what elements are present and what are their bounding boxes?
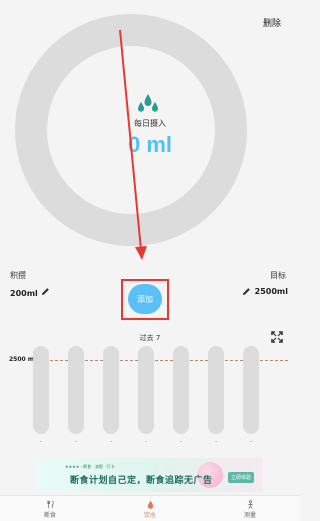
tab-measure[interactable]: 测量 bbox=[200, 496, 300, 521]
history-bar-tick: - bbox=[40, 439, 42, 445]
history-bar bbox=[208, 346, 224, 434]
accumulated-label: 积攒 bbox=[10, 271, 26, 280]
accumulated-value: 200ml bbox=[10, 287, 50, 298]
tab-label: 测量 bbox=[243, 511, 256, 519]
add-water-button[interactable]: 添加 bbox=[128, 284, 162, 314]
daily-intake-value: 0 ml bbox=[127, 132, 173, 157]
ad-rating-text: ★★★★ · 断食 · 减肥 · 打卡 bbox=[65, 464, 115, 469]
accumulated-amount: 200ml bbox=[10, 289, 38, 298]
history-bar bbox=[138, 346, 154, 434]
history-bar bbox=[68, 346, 84, 434]
target-amount: 2500ml bbox=[254, 287, 288, 296]
ad-headline: 断食计划自己定，断食追踪无广告 bbox=[70, 476, 213, 486]
water-drops-icon bbox=[138, 94, 158, 112]
edit-icon[interactable] bbox=[242, 287, 251, 296]
history-bars: ------- bbox=[30, 346, 275, 445]
edit-icon[interactable] bbox=[41, 287, 50, 296]
ad-cta-button[interactable]: 立即体验 bbox=[227, 472, 254, 483]
history-title: 过去 7 bbox=[139, 334, 161, 342]
history-bar-tick: - bbox=[75, 439, 77, 445]
history-bar bbox=[173, 346, 189, 434]
history-bar bbox=[103, 346, 119, 434]
tab-water[interactable]: 饮水 bbox=[100, 496, 200, 521]
daily-intake-label: 每日摄入 bbox=[134, 119, 166, 128]
history-bar bbox=[243, 346, 259, 434]
expand-icon[interactable] bbox=[271, 331, 283, 343]
tab-fasting[interactable]: 断食 bbox=[0, 496, 100, 521]
history-bar-tick: - bbox=[215, 439, 217, 445]
history-bar-tick: - bbox=[145, 439, 147, 445]
history-bar bbox=[33, 346, 49, 434]
fork-knife-icon bbox=[46, 500, 54, 508]
history-bar-tick: - bbox=[180, 439, 182, 445]
tab-label: 饮水 bbox=[143, 511, 156, 519]
person-icon bbox=[247, 499, 253, 509]
ad-banner[interactable]: ★★★★ · 断食 · 减肥 · 打卡 断食计划自己定，断食追踪无广告 立即体验 bbox=[36, 458, 263, 492]
target-value: 2500ml bbox=[242, 287, 288, 296]
delete-button[interactable]: 删除 bbox=[263, 16, 281, 29]
tab-label: 断食 bbox=[43, 511, 56, 519]
history-bar-tick: - bbox=[250, 439, 252, 445]
drop-icon bbox=[147, 499, 153, 509]
target-title: 目标 bbox=[270, 271, 286, 280]
intake-progress-ring bbox=[14, 13, 248, 247]
history-bar-tick: - bbox=[110, 439, 112, 445]
bottom-tab-bar: 断食 饮水 测量 bbox=[0, 495, 300, 521]
